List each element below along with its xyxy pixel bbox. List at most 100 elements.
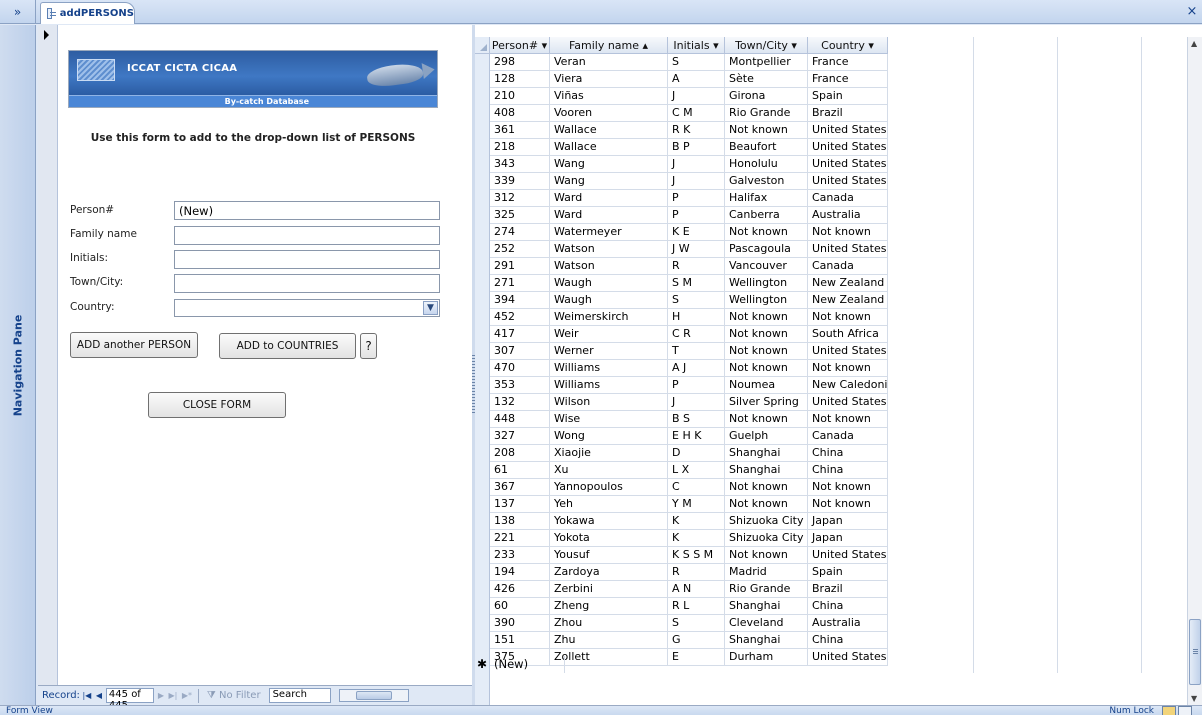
table-row[interactable]: 426 Zerbini A N Rio Grande Brazil [490,581,888,598]
cell-person-number[interactable]: 61 [490,462,550,479]
cell-country[interactable]: Japan [808,530,888,547]
cell-initials[interactable]: H [668,309,725,326]
table-row[interactable]: 307 Werner T Not known United States [490,343,888,360]
cell-initials[interactable]: R [668,258,725,275]
cell-town-city[interactable]: Not known [725,360,808,377]
cell-town-city[interactable]: Wellington [725,292,808,309]
cell-family-name[interactable]: Williams [550,360,668,377]
cell-family-name[interactable]: Watson [550,258,668,275]
cell-initials[interactable]: G [668,632,725,649]
cell-family-name[interactable]: Ward [550,207,668,224]
cell-initials[interactable]: J [668,394,725,411]
cell-country[interactable]: China [808,598,888,615]
navigation-pane[interactable]: Navigation Pane [0,25,36,705]
cell-person-number[interactable]: 390 [490,615,550,632]
cell-town-city[interactable]: Beaufort [725,139,808,156]
cell-country[interactable]: China [808,632,888,649]
cell-initials[interactable]: C R [668,326,725,343]
cell-person-number[interactable]: 361 [490,122,550,139]
cell-country[interactable]: Not known [808,411,888,428]
cell-initials[interactable]: K S S M [668,547,725,564]
column-header-country[interactable]: Country ▾ [808,37,888,54]
cell-person-number[interactable]: 367 [490,479,550,496]
cell-person-number[interactable]: 343 [490,156,550,173]
cell-town-city[interactable]: Galveston [725,173,808,190]
cell-family-name[interactable]: Wilson [550,394,668,411]
table-row[interactable]: 132 Wilson J Silver Spring United States [490,394,888,411]
cell-initials[interactable]: S [668,54,725,71]
cell-town-city[interactable]: Shanghai [725,598,808,615]
close-icon[interactable]: × [1185,3,1199,19]
table-row[interactable]: 60 Zheng R L Shanghai China [490,598,888,615]
table-row[interactable]: 221 Yokota K Shizuoka City Japan [490,530,888,547]
cell-initials[interactable]: E H K [668,428,725,445]
cell-town-city[interactable]: Canberra [725,207,808,224]
cell-initials[interactable]: J [668,156,725,173]
cell-family-name[interactable]: Xiaojie [550,445,668,462]
cell-country[interactable]: United States [808,547,888,564]
cell-country[interactable]: Australia [808,207,888,224]
cell-town-city[interactable]: Not known [725,309,808,326]
column-header-person-number[interactable]: Person# ▾ [490,37,550,54]
cell-country[interactable]: Not known [808,496,888,513]
table-row[interactable]: 271 Waugh S M Wellington New Zealand [490,275,888,292]
add-to-countries-button[interactable]: ADD to COUNTRIES [219,333,356,359]
cell-initials[interactable]: B S [668,411,725,428]
table-row[interactable]: 128 Viera A Sète France [490,71,888,88]
column-header-initials[interactable]: Initials ▾ [668,37,725,54]
cell-person-number[interactable]: 325 [490,207,550,224]
table-row[interactable]: 252 Watson J W Pascagoula United States [490,241,888,258]
record-position-field[interactable]: 445 of 445 [105,688,154,711]
cell-initials[interactable]: R K [668,122,725,139]
initials-field[interactable] [174,250,440,269]
cell-initials[interactable]: Y M [668,496,725,513]
cell-family-name[interactable]: Wallace [550,122,668,139]
design-view-icon[interactable] [1178,706,1192,715]
first-record-icon[interactable]: |◀ [82,691,92,700]
cell-person-number[interactable]: 271 [490,275,550,292]
cell-town-city[interactable]: Shanghai [725,462,808,479]
table-row[interactable]: 343 Wang J Honolulu United States [490,156,888,173]
cell-person-number[interactable]: 339 [490,173,550,190]
cell-initials[interactable]: C M [668,105,725,122]
table-row[interactable]: 210 Viñas J Girona Spain [490,88,888,105]
cell-family-name[interactable]: Yokota [550,530,668,547]
cell-person-number[interactable]: 470 [490,360,550,377]
cell-person-number[interactable]: 452 [490,309,550,326]
cell-initials[interactable]: K [668,530,725,547]
cell-country[interactable]: China [808,462,888,479]
cell-town-city[interactable]: Pascagoula [725,241,808,258]
close-form-button[interactable]: CLOSE FORM [148,392,286,418]
cell-family-name[interactable]: Watermeyer [550,224,668,241]
record-selector[interactable] [38,25,58,685]
cell-town-city[interactable]: Silver Spring [725,394,808,411]
cell-person-number[interactable]: 218 [490,139,550,156]
cell-initials[interactable]: S [668,615,725,632]
cell-person-number[interactable]: 307 [490,343,550,360]
scroll-up-icon[interactable]: ▲ [1191,39,1197,48]
cell-family-name[interactable]: Yeh [550,496,668,513]
table-row[interactable]: 194 Zardoya R Madrid Spain [490,564,888,581]
cell-person-number[interactable]: 312 [490,190,550,207]
cell-family-name[interactable]: Zardoya [550,564,668,581]
cell-initials[interactable]: T [668,343,725,360]
cell-country[interactable]: France [808,54,888,71]
cell-family-name[interactable]: Yannopoulos [550,479,668,496]
table-row[interactable]: 390 Zhou S Cleveland Australia [490,615,888,632]
cell-town-city[interactable]: Shizuoka City [725,513,808,530]
cell-town-city[interactable]: Montpellier [725,54,808,71]
scrollbar-thumb[interactable] [1189,619,1201,685]
next-record-icon[interactable]: ▶ [156,691,166,700]
cell-person-number[interactable]: 298 [490,54,550,71]
cell-country[interactable]: New Zealand [808,292,888,309]
cell-initials[interactable]: C [668,479,725,496]
cell-country[interactable]: China [808,445,888,462]
cell-person-number[interactable]: 353 [490,377,550,394]
filter-status[interactable]: ⧩ No Filter [207,690,261,701]
cell-family-name[interactable]: Ward [550,190,668,207]
table-row[interactable]: 353 Williams P Noumea New Caledonia [490,377,888,394]
help-button[interactable]: ? [360,333,377,359]
cell-town-city[interactable]: Wellington [725,275,808,292]
table-row[interactable]: 361 Wallace R K Not known United States [490,122,888,139]
cell-initials[interactable]: A J [668,360,725,377]
